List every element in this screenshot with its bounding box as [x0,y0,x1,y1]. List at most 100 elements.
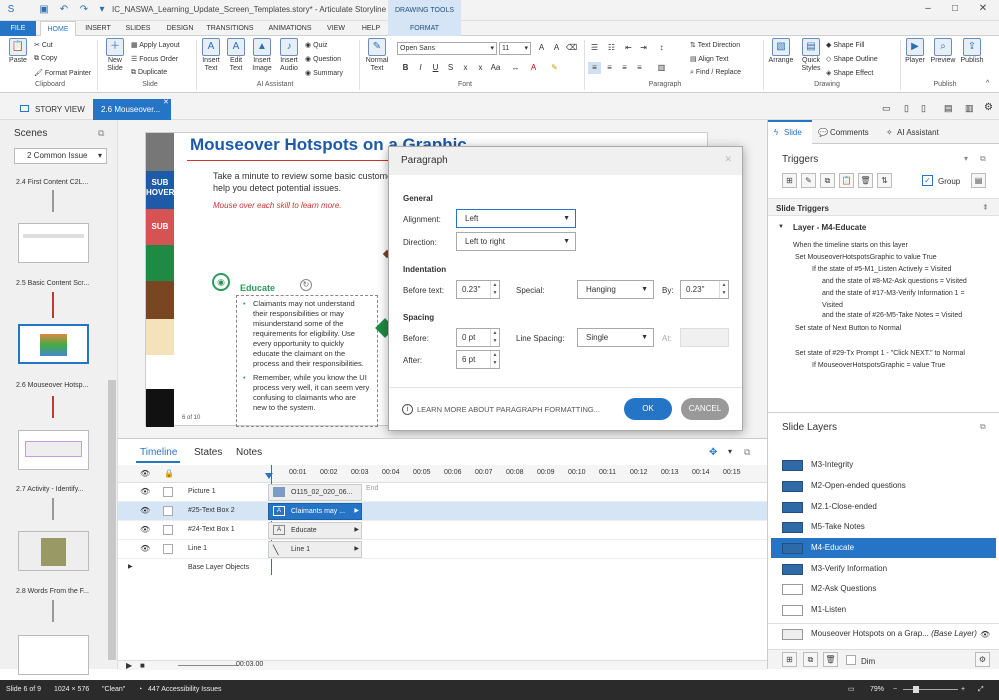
eye-icon[interactable]: 👁 [140,506,150,515]
chevron-down-icon[interactable]: ▾ [964,154,968,163]
new-trigger-icon[interactable]: ⊞ [782,173,797,188]
spin-arrows-icon[interactable]: ▲ ▼ [490,351,499,368]
copy-trigger-icon[interactable]: ⧉ [820,173,835,188]
zoom-out-icon[interactable]: − [893,680,897,700]
special-select[interactable]: Hanging ▼ [577,280,654,299]
brown-swatch[interactable] [146,281,174,319]
line-spacing-select[interactable]: Single ▼ [577,328,654,347]
alignment-select[interactable]: Left ▼ [456,209,576,228]
gear-icon[interactable]: ⚙ [984,102,993,113]
collapse-icon[interactable]: ⇞ [982,203,989,212]
timeline-bar[interactable]: A Claimants may ... ▶ [268,503,362,520]
close-window-icon[interactable]: ✕ [975,3,991,17]
summary-button[interactable]: ◉ Summary [305,69,343,77]
shrink-font-icon[interactable]: A [550,42,563,54]
spin-arrows-icon[interactable]: ▲ ▼ [490,281,499,298]
trigger-line[interactable]: When the timeline starts on this layer [793,242,908,249]
tab-format[interactable]: FORMAT [388,21,461,36]
subscript-icon[interactable]: x [459,62,472,74]
move-trigger-icon[interactable]: ⇅ [877,173,892,188]
tablet-view-icon[interactable]: ▯ [904,103,909,114]
decrease-indent-icon[interactable]: ⇤ [622,42,635,54]
trigger-line[interactable]: Set MouseoverHotspotsGraphic to value Tr… [795,254,937,261]
view-mode-icon[interactable]: ▭ [882,103,891,114]
paste-trigger-icon[interactable]: 📋 [839,173,854,188]
preview-button[interactable]: ⌕ Preview [929,38,957,65]
tab-file[interactable]: FILE [0,21,36,36]
find-replace-button[interactable]: ⌕ Find / Replace [690,69,741,77]
phone-view-icon[interactable]: ▯ [921,103,926,114]
scene-dropdown[interactable]: 2 Common Issue ▾ [14,148,107,164]
numbering-icon[interactable]: ☷ [605,42,618,54]
eye-icon[interactable]: 👁 [140,469,150,478]
save-icon[interactable]: ▣ [38,4,50,16]
line-spacing-icon[interactable]: ↕ [655,42,668,54]
play-icon[interactable]: ▶ [126,661,132,670]
slide-thumbnail[interactable] [18,531,89,571]
insert-image-button[interactable]: ▲ Insert Image [249,38,275,73]
slide-instruction[interactable]: Mouse over each skill to learn more. [213,201,342,210]
trigger-line[interactable]: Visited [822,302,843,309]
layout-icon[interactable]: ▤ [944,103,953,114]
font-color-icon[interactable]: A [527,62,540,74]
font-name-field[interactable]: Open Sans ▾ [397,42,497,55]
tab-design[interactable]: DESIGN [160,21,200,36]
trigger-line[interactable]: Set state of #29-Tx Prompt 1 - "Click NE… [795,350,965,357]
superscript-icon[interactable]: x [474,62,487,74]
align-text-button[interactable]: ▤ Align Text [690,55,728,63]
trigger-line[interactable]: and the state of #8-M2-Ask questions = V… [822,278,967,285]
eye-icon[interactable]: 👁 [980,630,990,639]
by-spinner[interactable]: 0.23" ▲ ▼ [680,280,729,299]
lock-checkbox[interactable] [163,544,173,554]
align-center-icon[interactable]: ≡ [603,62,616,74]
timeline-row-selected[interactable]: 👁 #25-Text Box 2 A Claimants may ... ▶ [118,502,767,521]
after-spinner[interactable]: 6 pt ▲ ▼ [456,350,500,369]
bold-icon[interactable]: B [399,62,412,74]
cue-point-icon[interactable]: ✥ [709,447,717,458]
timeline-row[interactable]: 👁 Picture 1 O115_02_020_06... [118,483,767,502]
undo-icon[interactable]: ↶ [58,4,70,16]
stop-icon[interactable]: ■ [140,661,145,670]
panel-undock-icon[interactable]: ⧉ [744,447,750,458]
delete-layer-icon[interactable]: 🗑 [823,652,838,667]
tab-current-slide[interactable]: 2.6 Mouseover... [93,99,171,120]
layer-item-selected[interactable]: M4-Educate [771,538,996,558]
highlight-icon[interactable]: ✎ [548,62,561,74]
layer-item[interactable]: M2.1-Close-ended [771,497,996,517]
panel-undock-icon[interactable]: ⧉ [98,128,104,139]
font-size-field[interactable]: 11 ▾ [499,42,531,55]
new-slide-button[interactable]: ＋ New Slide [101,38,129,73]
lock-checkbox[interactable] [163,525,173,535]
align-left-icon[interactable]: ≡ [588,62,601,74]
panel-undock-icon[interactable]: ⧉ [980,422,986,432]
edit-text-button[interactable]: A Edit Text [224,38,248,73]
insert-text-button[interactable]: A Insert Text [199,38,223,73]
format-painter-button[interactable]: 🖌 Format Painter [34,69,91,77]
eye-icon[interactable]: 👁 [140,487,150,496]
question-button[interactable]: ◉ Question [305,55,341,63]
timeline-bar[interactable]: A Educate ▶ [268,522,362,539]
player-button[interactable]: ▶ Player [903,38,927,65]
before-text-spinner[interactable]: 0.23" ▲ ▼ [456,280,500,299]
align-right-icon[interactable]: ≡ [618,62,631,74]
tab-help[interactable]: HELP [358,21,384,36]
new-layer-icon[interactable]: ⊞ [782,652,797,667]
timeline-bar[interactable]: O115_02_020_06... [268,484,362,501]
black-swatch[interactable] [146,389,174,427]
normal-text-button[interactable]: ✎ Normal Text [362,38,392,73]
text-direction-button[interactable]: ⇅ Text Direction [690,41,740,49]
chevron-right-icon[interactable]: ▶ [128,563,133,570]
maximize-icon[interactable]: □ [947,3,963,17]
direction-select[interactable]: Left to right ▼ [456,232,576,251]
zoom-in-icon[interactable]: + [961,680,965,700]
ok-button[interactable]: OK [624,398,672,420]
quiz-button[interactable]: ◉ Quiz [305,41,327,49]
timeline-bar[interactable]: ╲ Line 1 ▶ [268,541,362,558]
timeline-row[interactable]: 👁 Line 1 ╲ Line 1 ▶ [118,540,767,559]
qat-dropdown-icon[interactable]: ▾ [96,4,108,16]
base-layer-item[interactable]: Mouseover Hotspots on a Grap... (Base La… [771,624,996,644]
tab-ai-assistant[interactable]: AI Assistant [897,128,939,137]
shape-outline-button[interactable]: ◇ Shape Outline [826,55,878,63]
arrange-button[interactable]: ▧ Arrange [766,38,796,65]
timeline-zoom-slider[interactable] [178,665,238,666]
